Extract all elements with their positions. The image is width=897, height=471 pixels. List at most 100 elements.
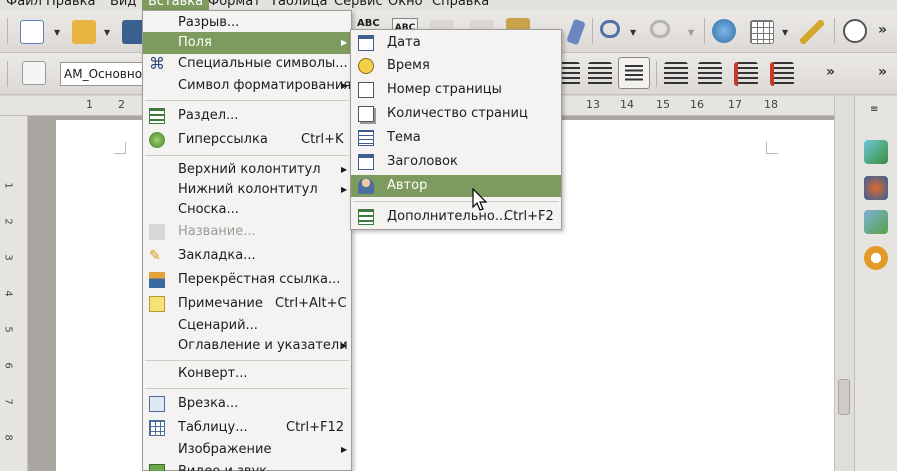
more-fields-icon <box>358 209 374 225</box>
ruler-tick: 14 <box>620 98 634 111</box>
menu-item-label: Раздел... <box>178 108 239 123</box>
menu-item-comment[interactable]: Примечание Ctrl+Alt+C <box>143 293 351 315</box>
menu-item-section[interactable]: Раздел... <box>143 105 351 127</box>
menu-item-formatting-mark[interactable]: Символ форматирования ▶ <box>143 75 351 97</box>
menu-item-toc[interactable]: Оглавление и указатели ▶ <box>143 335 351 357</box>
open-folder-icon[interactable] <box>72 20 96 44</box>
menu-item-label: Верхний колонтитул <box>178 162 321 177</box>
menu-item-envelope[interactable]: Конверт... <box>143 363 351 385</box>
menu-item-bookmark[interactable]: ✎ Закладка... <box>143 245 351 267</box>
menu-format[interactable]: Формат <box>208 0 261 10</box>
frame-icon <box>149 396 165 412</box>
menu-item-fields[interactable]: Поля ▶ <box>143 32 351 54</box>
align-right-icon[interactable] <box>588 62 612 86</box>
navigator-icon[interactable] <box>864 246 888 270</box>
field-more[interactable]: Дополнительно... Ctrl+F2 <box>351 206 561 228</box>
styles-icon[interactable] <box>864 176 888 200</box>
menu-tools[interactable]: Сервис <box>334 0 383 10</box>
gallery-icon[interactable] <box>864 210 888 234</box>
field-page-count[interactable]: Количество страниц <box>351 103 561 125</box>
clock-icon <box>358 58 374 74</box>
toolbar-separator <box>592 18 593 44</box>
ruler-tick: 5 <box>2 326 14 333</box>
menu-item-label: Примечание <box>178 296 263 311</box>
ruler-tick: 2 <box>2 218 14 225</box>
menu-edit[interactable]: Правка <box>46 0 95 10</box>
navigator-compass-icon[interactable] <box>843 19 867 43</box>
chevron-down-icon[interactable]: ▼ <box>782 28 788 37</box>
ruler-tick: 1 <box>2 182 14 189</box>
justify-button[interactable] <box>618 57 650 89</box>
menu-item-label: Оглавление и указатели <box>178 338 348 353</box>
menu-item-footer[interactable]: Нижний колонтитул ▶ <box>143 179 351 201</box>
hyperlink-icon <box>149 132 165 148</box>
menu-separator <box>145 100 349 101</box>
text-boundary-corner <box>114 142 126 154</box>
menu-item-image[interactable]: Изображение ▶ <box>143 439 351 461</box>
field-time[interactable]: Время <box>351 55 561 77</box>
menu-table[interactable]: Таблица <box>270 0 328 10</box>
ruler-tick: 13 <box>586 98 600 111</box>
menu-item-table[interactable]: Таблицу... Ctrl+F12 <box>143 417 351 439</box>
decrease-indent-icon[interactable] <box>734 62 758 86</box>
menu-item-label: Перекрёстная ссылка... <box>178 272 341 287</box>
subject-icon <box>358 130 374 146</box>
vertical-scrollbar[interactable] <box>834 96 854 471</box>
toolbar-grip <box>7 18 8 44</box>
draw-functions-icon[interactable] <box>800 20 824 44</box>
menu-item-script[interactable]: Сценарий... <box>143 315 351 337</box>
sidebar-menu-icon[interactable]: ≡ <box>870 104 878 115</box>
properties-icon[interactable] <box>864 140 888 164</box>
insert-table-icon[interactable] <box>750 20 774 44</box>
menu-item-footnote[interactable]: Сноска... <box>143 199 351 221</box>
toolbar-overflow-icon[interactable]: » <box>878 64 887 80</box>
ruler-tick: 15 <box>656 98 670 111</box>
increase-indent-icon[interactable] <box>770 62 794 86</box>
text-boundary-corner <box>766 142 778 154</box>
menu-item-label: Номер страницы <box>387 82 502 97</box>
chevron-down-icon[interactable]: ▼ <box>54 28 60 37</box>
menu-insert[interactable]: Вставка <box>142 0 210 10</box>
styles-formatting-icon[interactable] <box>22 61 46 85</box>
menu-item-break[interactable]: Разрыв... <box>143 12 351 34</box>
scrollbar-thumb[interactable] <box>838 379 850 415</box>
bullets-icon[interactable] <box>698 62 722 86</box>
menu-file[interactable]: Файл <box>6 0 42 10</box>
menu-item-label: Видео и звук <box>178 461 267 471</box>
paragraph-style-combobox[interactable]: АМ_Основной <box>60 62 145 86</box>
chevron-down-icon[interactable]: ▼ <box>104 28 110 37</box>
submenu-arrow-icon: ▶ <box>341 341 348 350</box>
menu-item-hyperlink[interactable]: Гиперссылка Ctrl+K <box>143 129 351 151</box>
menu-item-frame[interactable]: Врезка... <box>143 393 351 415</box>
chevron-down-icon[interactable]: ▼ <box>630 28 636 37</box>
menu-separator <box>145 360 349 361</box>
ruler-tick: 7 <box>2 398 14 405</box>
hyperlink-globe-icon[interactable] <box>712 19 736 43</box>
menu-help[interactable]: Справка <box>432 0 489 10</box>
menu-item-label: Тема <box>387 130 421 145</box>
field-author[interactable]: Автор <box>351 175 561 197</box>
format-paintbrush-icon[interactable] <box>566 18 586 46</box>
toolbar-overflow-icon[interactable]: » <box>878 22 887 38</box>
title-icon <box>358 154 374 170</box>
sidebar: ≡ <box>854 96 897 471</box>
menu-item-label: Сценарий... <box>178 318 258 333</box>
menu-item-header[interactable]: Верхний колонтитул ▶ <box>143 159 351 181</box>
menu-item-special-chars[interactable]: ⌘ Специальные символы... <box>143 53 351 75</box>
undo-icon[interactable] <box>600 20 620 38</box>
field-page-number[interactable]: Номер страницы <box>351 79 561 101</box>
field-title[interactable]: Заголовок <box>351 151 561 173</box>
toolbar-overflow-icon[interactable]: » <box>826 64 835 80</box>
menu-view[interactable]: Вид <box>110 0 136 10</box>
menubar: Файл Правка Вид Вставка Формат Таблица С… <box>0 0 897 10</box>
toolbar-separator <box>656 61 657 87</box>
field-subject[interactable]: Тема <box>351 127 561 149</box>
fields-submenu: Дата Время Номер страницы Количество стр… <box>350 29 562 230</box>
new-document-icon[interactable] <box>20 20 44 44</box>
numbering-icon[interactable] <box>664 62 688 86</box>
vertical-ruler[interactable]: 1 2 3 4 5 6 7 8 <box>0 116 28 471</box>
menu-item-cross-reference[interactable]: Перекрёстная ссылка... <box>143 269 351 291</box>
menu-item-media[interactable]: Видео и звук <box>143 461 351 471</box>
menu-window[interactable]: Окно <box>388 0 423 10</box>
field-date[interactable]: Дата <box>351 32 561 54</box>
